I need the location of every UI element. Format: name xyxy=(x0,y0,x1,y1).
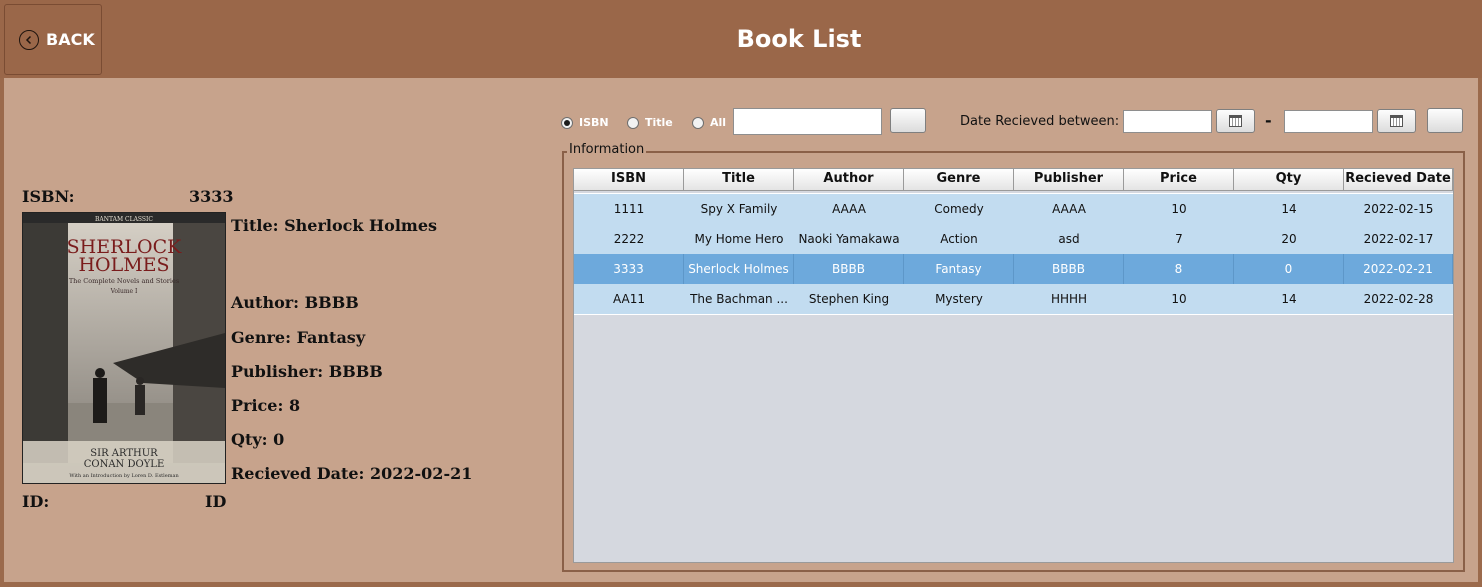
cover-subtitle: The Complete Novels and Stories xyxy=(69,277,179,285)
table-row-selected[interactable]: 3333 Sherlock Holmes BBBB Fantasy BBBB 8… xyxy=(574,254,1453,284)
detail-title: Title: Sherlock Holmes xyxy=(231,216,438,235)
table-header: ISBN Title Author Genre Publisher Price … xyxy=(574,169,1453,191)
cell-author: Stephen King xyxy=(808,292,890,306)
table-row[interactable]: 1111 Spy X Family AAAA Comedy AAAA 10 14… xyxy=(574,194,1453,224)
detail-publisher: Publisher: BBBB xyxy=(231,362,383,381)
radio-title[interactable]: Title xyxy=(627,116,673,129)
cell-qty: 20 xyxy=(1281,232,1297,246)
cell-publisher: AAAA xyxy=(1052,202,1086,216)
cell-received-date: 2022-02-15 xyxy=(1363,202,1434,216)
book-cover-image: BANTAM CLASSIC SHERLOCK HOLMES The Compl… xyxy=(22,212,226,484)
cover-band: BANTAM CLASSIC xyxy=(95,216,153,223)
column-header-publisher[interactable]: Publisher xyxy=(1014,169,1124,190)
cover-title-line2: HOLMES xyxy=(78,254,169,276)
id-label: ID: xyxy=(22,492,50,511)
cell-price: 7 xyxy=(1175,232,1183,246)
detail-genre: Genre: Fantasy xyxy=(231,328,366,347)
radio-title-label: Title xyxy=(645,116,673,129)
cell-genre: Action xyxy=(940,232,978,246)
chevron-left-icon xyxy=(19,29,39,50)
detail-price: Price: 8 xyxy=(231,396,301,415)
table-row[interactable]: AA11 The Bachman ... Stephen King Myster… xyxy=(574,284,1453,314)
cell-qty: 14 xyxy=(1281,292,1297,306)
radio-isbn[interactable]: ISBN xyxy=(561,116,609,129)
cell-author: Naoki Yamakawa xyxy=(798,232,900,246)
cell-isbn: 2222 xyxy=(613,232,645,246)
date-range-label: Date Recieved between: xyxy=(960,114,1120,129)
column-header-received-date[interactable]: Recieved Date xyxy=(1344,169,1453,190)
search-button[interactable] xyxy=(890,108,926,133)
radio-selected-icon xyxy=(561,116,573,129)
back-label: BACK xyxy=(46,30,95,49)
cell-isbn: 1111 xyxy=(613,202,645,216)
cell-publisher: BBBB xyxy=(1014,254,1124,284)
radio-isbn-label: ISBN xyxy=(579,116,609,129)
radio-unselected-icon xyxy=(627,116,639,129)
books-table: ISBN Title Author Genre Publisher Price … xyxy=(573,168,1454,563)
cell-title: Sherlock Holmes xyxy=(684,254,794,284)
cell-title: The Bachman ... xyxy=(690,292,788,306)
cell-isbn: 3333 xyxy=(574,254,684,284)
column-header-price[interactable]: Price xyxy=(1124,169,1234,190)
cover-author-line2: CONAN DOYLE xyxy=(84,459,165,470)
cell-qty: 14 xyxy=(1281,202,1297,216)
cell-genre: Mystery xyxy=(935,292,983,306)
table-body: 1111 Spy X Family AAAA Comedy AAAA 10 14… xyxy=(574,193,1453,315)
cell-title: My Home Hero xyxy=(694,232,784,246)
cell-price: 10 xyxy=(1171,202,1187,216)
calendar-icon xyxy=(1229,115,1242,127)
date-range-dash: - xyxy=(1265,111,1272,130)
cell-received-date: 2022-02-17 xyxy=(1363,232,1434,246)
cell-title: Spy X Family xyxy=(700,202,778,216)
cell-received-date: 2022-02-21 xyxy=(1344,254,1453,284)
isbn-value: 3333 xyxy=(189,187,234,206)
date-to-picker-button[interactable] xyxy=(1377,109,1416,133)
detail-qty: Qty: 0 xyxy=(231,430,285,449)
cell-genre: Fantasy xyxy=(904,254,1014,284)
cell-isbn: AA11 xyxy=(612,292,646,306)
content-panel: ISBN: 3333 BANTAM CLASSIC SHERLOCK HOLME… xyxy=(4,78,1478,582)
radio-all[interactable]: All xyxy=(692,116,726,129)
cell-qty: 0 xyxy=(1234,254,1344,284)
cover-author-line1: SIR ARTHUR xyxy=(90,448,158,459)
id-value: ID xyxy=(205,492,227,511)
search-input[interactable] xyxy=(733,108,882,135)
cell-price: 8 xyxy=(1124,254,1234,284)
isbn-label: ISBN: xyxy=(22,187,75,206)
cell-publisher: asd xyxy=(1058,232,1080,246)
date-from-field[interactable] xyxy=(1123,110,1212,133)
column-header-qty[interactable]: Qty xyxy=(1234,169,1344,190)
information-legend: Information xyxy=(567,142,647,157)
detail-author: Author: BBBB xyxy=(231,293,359,312)
header-bar: BACK Book List xyxy=(0,0,1482,78)
column-header-author[interactable]: Author xyxy=(794,169,904,190)
radio-unselected-icon xyxy=(692,116,704,129)
date-to-field[interactable] xyxy=(1284,110,1373,133)
cell-received-date: 2022-02-28 xyxy=(1363,292,1434,306)
cover-volume: Volume I xyxy=(110,288,138,295)
table-row[interactable]: 2222 My Home Hero Naoki Yamakawa Action … xyxy=(574,224,1453,254)
cell-author: AAAA xyxy=(832,202,866,216)
cell-genre: Comedy xyxy=(934,202,984,216)
date-from-picker-button[interactable] xyxy=(1216,109,1255,133)
column-header-isbn[interactable]: ISBN xyxy=(574,169,684,190)
date-filter-button[interactable] xyxy=(1427,108,1463,133)
radio-all-label: All xyxy=(710,116,727,129)
calendar-icon xyxy=(1390,115,1403,127)
cell-publisher: HHHH xyxy=(1050,292,1088,306)
cell-author: BBBB xyxy=(794,254,904,284)
column-header-title[interactable]: Title xyxy=(684,169,794,190)
back-button[interactable]: BACK xyxy=(4,4,102,75)
cover-intro: With an Introduction by Loren D. Estlema… xyxy=(69,473,179,479)
detail-received-date: Recieved Date: 2022-02-21 xyxy=(231,464,473,483)
column-header-genre[interactable]: Genre xyxy=(904,169,1014,190)
page-title: Book List xyxy=(736,25,862,53)
cell-price: 10 xyxy=(1171,292,1187,306)
